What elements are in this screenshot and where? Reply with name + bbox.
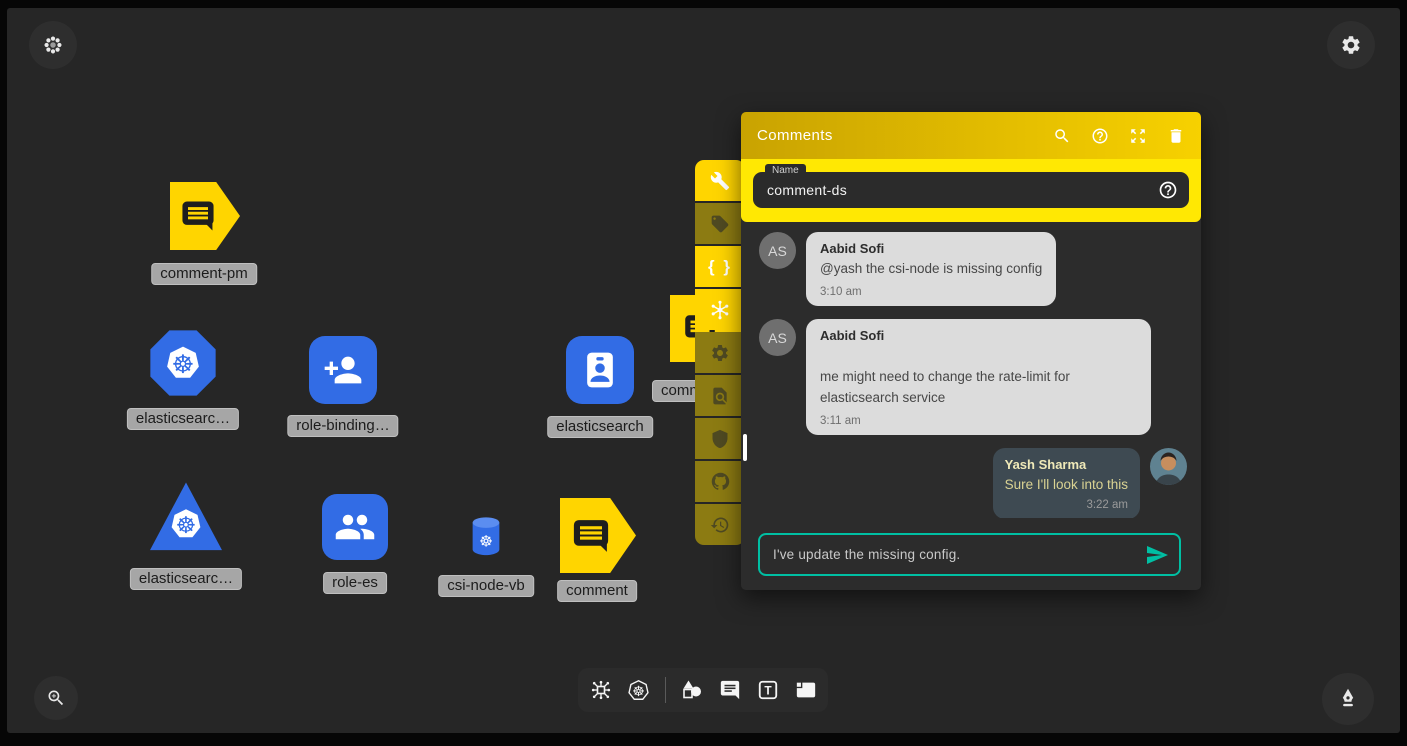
comment-time: 3:22 am	[1005, 499, 1128, 511]
node-label[interactable]: comment	[557, 580, 637, 602]
text-tool-icon	[757, 679, 779, 701]
comment-time: 3:11 am	[820, 415, 1137, 427]
chat-bubble-icon	[178, 196, 218, 236]
id-badge-icon	[578, 348, 622, 392]
comment-bubble[interactable]: Yash Sharma Sure I'll look into this 3:2…	[993, 448, 1140, 518]
node-label[interactable]: elasticsearc…	[127, 408, 239, 430]
toolbar-wrench-button[interactable]	[695, 160, 745, 201]
node-label[interactable]: role-binding…	[287, 415, 398, 437]
wrench-icon	[710, 171, 730, 191]
toolbar-doc-search-button[interactable]	[695, 375, 745, 416]
node-action-toolbar: { }	[695, 160, 745, 545]
toolbar-divider	[665, 677, 666, 703]
components-tool-button[interactable]	[584, 672, 618, 708]
avatar: AS	[759, 319, 796, 356]
comment-message: AS Aabid Sofi @yash the csi-node is miss…	[759, 232, 1187, 306]
tag-icon	[710, 214, 730, 234]
toolbar-hub-button[interactable]	[695, 289, 745, 330]
delete-icon[interactable]	[1167, 127, 1185, 145]
kubernetes-tool-button[interactable]	[622, 672, 656, 708]
node-label[interactable]: elasticsearch	[547, 416, 653, 438]
panel-scrollbar[interactable]	[743, 434, 747, 461]
node-label[interactable]: comment-pm	[151, 263, 257, 285]
toolbar-history-button[interactable]	[695, 504, 745, 545]
toolbar-shield-button[interactable]	[695, 418, 745, 459]
flower-burst-icon	[42, 34, 64, 56]
send-button[interactable]	[1145, 543, 1169, 567]
toolbar-tag-button[interactable]	[695, 203, 745, 244]
braces-icon: { }	[708, 257, 732, 277]
comment-text: Sure I'll look into this	[1005, 475, 1128, 495]
comment-text: @yash the csi-node is missing config	[820, 259, 1042, 279]
person-add-icon	[323, 350, 363, 390]
shapes-tool-button[interactable]	[675, 672, 709, 708]
name-field-label: Name	[765, 164, 806, 178]
name-field-value: comment-ds	[753, 182, 1158, 198]
gear-icon	[710, 343, 730, 363]
name-input[interactable]: Name comment-ds	[753, 172, 1189, 208]
name-section: Name comment-ds	[741, 159, 1201, 222]
search-icon[interactable]	[1053, 127, 1071, 145]
cylinder-kubernetes-icon: ☸	[466, 515, 506, 557]
comment-message: Yash Sharma Sure I'll look into this 3:2…	[759, 448, 1187, 518]
canvas-tool-dock	[578, 668, 828, 712]
avatar: AS	[759, 232, 796, 269]
kubernetes-outline-icon	[626, 678, 651, 703]
zoom-button[interactable]	[34, 676, 78, 720]
panel-title: Comments	[757, 127, 1053, 144]
settings-button[interactable]	[1327, 21, 1375, 69]
comments-panel-header[interactable]: Comments	[741, 112, 1201, 159]
image-tool-button[interactable]	[789, 672, 823, 708]
avatar-photo	[1150, 448, 1187, 485]
comment-message: AS Aabid Sofi me might need to change th…	[759, 319, 1187, 435]
comment-bubble[interactable]: Aabid Sofi @yash the csi-node is missing…	[806, 232, 1056, 306]
comment-author: Yash Sharma	[1005, 457, 1128, 472]
expand-icon[interactable]	[1129, 127, 1147, 145]
comments-panel: Comments Name comment-ds AS Aabid Sofi @…	[741, 112, 1201, 590]
comment-text: me might need to change the rate-limit f…	[820, 367, 1137, 408]
doc-search-icon	[710, 386, 730, 406]
apps-menu-button[interactable]	[29, 21, 77, 69]
svg-text:☸: ☸	[479, 534, 493, 551]
settings-gear-icon	[1340, 34, 1362, 56]
toolbar-gear-button[interactable]	[695, 332, 745, 373]
comment-author: Aabid Sofi	[820, 241, 1042, 256]
hub-icon	[709, 299, 731, 321]
node-role-es[interactable]	[322, 494, 388, 560]
node-elasticsearch[interactable]	[566, 336, 634, 404]
zoom-in-icon	[46, 688, 66, 708]
kubernetes-icon	[167, 505, 205, 543]
github-icon	[710, 471, 731, 492]
shield-icon	[710, 429, 730, 449]
help-icon[interactable]	[1091, 127, 1109, 145]
toolbar-braces-button[interactable]: { }	[695, 246, 745, 287]
pen-tool-button[interactable]	[1322, 673, 1374, 725]
history-icon	[710, 515, 730, 535]
text-tool-button[interactable]	[751, 672, 785, 708]
comments-list[interactable]: AS Aabid Sofi @yash the csi-node is miss…	[741, 222, 1201, 518]
toolbar-github-button[interactable]	[695, 461, 745, 502]
help-circle-icon[interactable]	[1158, 180, 1178, 200]
chat-bubble-icon	[569, 514, 613, 558]
comment-tool-button[interactable]	[713, 672, 747, 708]
node-label[interactable]: csi-node-vb	[438, 575, 534, 597]
node-role-binding[interactable]	[309, 336, 377, 404]
comment-input[interactable]: I've update the missing config.	[758, 533, 1181, 576]
comment-filled-icon	[719, 679, 741, 701]
kubernetes-icon	[162, 342, 204, 384]
node-label[interactable]: role-es	[323, 572, 387, 594]
comment-input-value: I've update the missing config.	[760, 547, 1145, 562]
comment-bubble[interactable]: Aabid Sofi me might need to change the r…	[806, 319, 1151, 435]
node-label[interactable]: elasticsearc…	[130, 568, 242, 590]
comment-time: 3:10 am	[820, 286, 1042, 298]
shapes-icon	[680, 678, 704, 702]
image-tool-icon	[795, 679, 817, 701]
comment-author: Aabid Sofi	[820, 328, 1137, 343]
people-icon	[334, 506, 376, 548]
node-csi-node-vb[interactable]: ☸	[466, 515, 506, 557]
circuit-icon	[589, 678, 613, 702]
pen-nib-icon	[1335, 686, 1361, 712]
